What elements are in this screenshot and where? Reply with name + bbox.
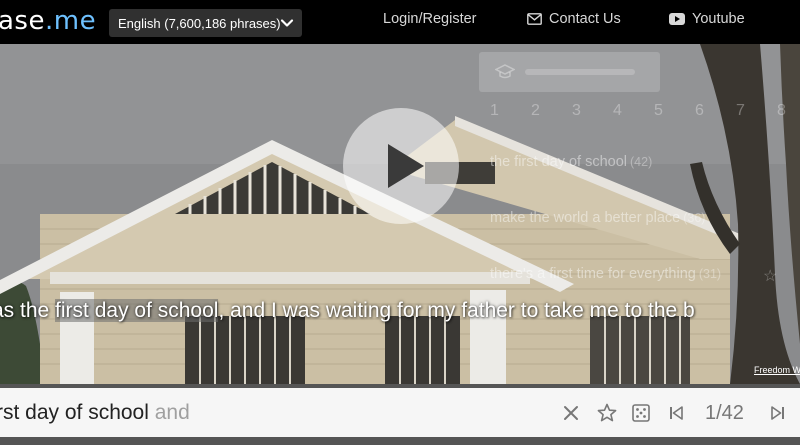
search-query-main: rst day of school [0,401,149,424]
chevron-down-icon [280,19,294,27]
dice-icon[interactable] [632,404,650,422]
contact-us-label: Contact Us [549,11,621,27]
page-link[interactable]: 6 [695,102,704,120]
subtitle-after: , and I was waiting for my father to tak… [218,299,695,322]
phrase-suggestions-overlay: 1 2 3 4 5 6 7 8 the first day of school(… [478,52,800,292]
star-icon[interactable] [597,403,617,423]
play-icon [388,144,424,188]
search-query-suffix: and [148,401,190,424]
search-input[interactable]: rst day of school and 1/42 [0,388,800,437]
site-logo[interactable]: ase.me [0,4,96,38]
youtube-icon [669,13,685,25]
overlay-course-button[interactable] [479,52,660,92]
skip-next-icon[interactable] [771,406,785,420]
logo-text-main: ase [0,6,45,36]
login-register-link[interactable]: Login/Register [383,11,477,27]
page-link[interactable]: 3 [572,102,581,120]
top-navigation-bar: ase.me English (7,600,186 phrases) Login… [0,0,800,44]
suggested-phrase-item[interactable]: make the world a better place (36) [490,210,705,226]
pagination: 1 2 3 4 5 6 7 8 [488,102,800,124]
language-select[interactable]: English (7,600,186 phrases) [109,9,302,37]
video-credit-link[interactable]: Freedom W [754,365,800,375]
overlay-button-label-placeholder [525,69,635,75]
page-link[interactable]: 4 [613,102,622,120]
logo-text-domain: .me [44,6,97,36]
page-link[interactable]: 7 [736,102,745,120]
play-button[interactable] [343,108,459,224]
youtube-label: Youtube [692,11,745,27]
login-register-label: Login/Register [383,11,477,27]
suggested-phrase-item[interactable]: there's a first time for everything (31) [490,266,721,282]
graduation-cap-icon [495,64,515,79]
close-icon[interactable] [563,405,579,421]
page-link[interactable]: 2 [531,102,540,120]
subtitle-highlight: first day of school [55,299,219,322]
skip-previous-icon[interactable] [669,406,683,420]
suggested-phrase-count: (36) [683,211,706,225]
suggested-phrase-count: (31) [698,267,722,281]
youtube-link[interactable]: Youtube [669,11,745,27]
search-query-text: rst day of school and [0,401,190,425]
subtitle-before: as the [0,299,50,322]
page-link[interactable]: 8 [777,102,786,120]
suggested-phrase-text: the first day of school [490,154,628,170]
video-player[interactable]: 1 2 3 4 5 6 7 8 the first day of school(… [0,44,800,384]
suggested-phrase-item[interactable]: the first day of school (42) [490,154,652,170]
search-bar: rst day of school and 1/42 [0,384,800,445]
result-counter: 1/42 [705,402,744,424]
page-link[interactable]: 5 [654,102,663,120]
video-subtitle: as the first day of school, and I was wa… [0,299,695,323]
page-link[interactable]: 1 [490,102,499,120]
suggested-phrase-count: (42) [630,155,653,169]
language-select-value: English (7,600,186 phrases) [118,15,281,31]
star-icon[interactable]: ☆ [763,266,777,286]
contact-us-link[interactable]: Contact Us [527,11,621,27]
envelope-icon [527,13,542,25]
suggested-phrase-text: make the world a better place [490,210,681,226]
suggested-phrase-text: there's a first time for everything [490,266,696,282]
